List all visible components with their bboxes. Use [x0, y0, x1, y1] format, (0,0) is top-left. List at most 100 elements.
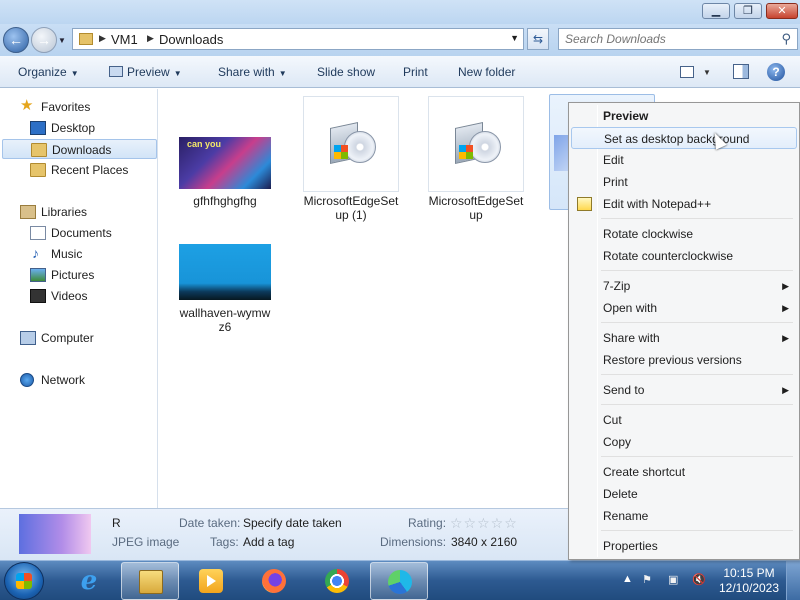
- file-thumbnail[interactable]: [428, 96, 524, 192]
- recent-pages-dropdown[interactable]: ▼: [58, 36, 66, 45]
- address-dropdown-icon[interactable]: ▼: [510, 33, 519, 43]
- nav-videos[interactable]: Videos: [0, 286, 158, 306]
- breadcrumb-chevron-icon[interactable]: ▶: [147, 33, 154, 44]
- help-icon[interactable]: ?: [767, 63, 785, 81]
- menu-item-edit[interactable]: Edit: [571, 149, 797, 171]
- tags-value[interactable]: Add a tag: [243, 535, 294, 549]
- file-name-line: z6: [218, 320, 232, 334]
- forward-button[interactable]: →: [31, 27, 57, 53]
- installer-icon: [451, 117, 503, 169]
- change-view-icon[interactable]: [680, 66, 694, 78]
- network-tray-icon[interactable]: ▣: [668, 573, 678, 586]
- file-thumbnail[interactable]: [303, 96, 399, 192]
- nav-recent-label: Recent Places: [51, 163, 129, 177]
- network-icon: [20, 373, 34, 387]
- taskbar-media-player[interactable]: [182, 562, 240, 600]
- search-input[interactable]: [559, 29, 769, 49]
- menu-item-rotate-counterclockwise[interactable]: Rotate counterclockwise: [571, 245, 797, 267]
- breadcrumb-downloads[interactable]: Downloads: [159, 32, 223, 47]
- file-name[interactable]: MicrosoftEdgeSet up (1): [299, 194, 403, 222]
- menu-item-open-with[interactable]: Open with ▶: [571, 297, 797, 319]
- nav-computer[interactable]: Computer: [0, 328, 158, 348]
- nav-recent-places[interactable]: Recent Places: [0, 160, 158, 180]
- menu-item-send-to[interactable]: Send to ▶: [571, 379, 797, 401]
- file-thumbnail[interactable]: can you: [179, 137, 271, 189]
- taskbar-firefox[interactable]: [245, 562, 303, 600]
- menu-item-rename[interactable]: Rename: [571, 505, 797, 527]
- recent-places-icon: [30, 163, 46, 177]
- breadcrumb-vm1[interactable]: VM1: [111, 32, 138, 47]
- nav-network[interactable]: Network: [0, 370, 158, 390]
- menu-item-restore-previous-versions[interactable]: Restore previous versions: [571, 349, 797, 371]
- print-button[interactable]: Print: [403, 65, 428, 79]
- dimensions-label: Dimensions:: [380, 535, 447, 549]
- new-folder-button[interactable]: New folder: [458, 65, 515, 79]
- breadcrumb-chevron-icon[interactable]: ▶: [99, 33, 106, 44]
- menu-item-create-shortcut[interactable]: Create shortcut: [571, 461, 797, 483]
- nav-music[interactable]: ♪ Music: [0, 244, 158, 264]
- close-button[interactable]: ✕: [766, 3, 798, 19]
- nav-favorites[interactable]: ★ Favorites: [0, 97, 158, 117]
- file-name[interactable]: gfhfhghgfhg: [173, 194, 277, 208]
- downloads-folder-icon: [31, 143, 47, 157]
- minimize-button[interactable]: ▁: [702, 3, 730, 19]
- computer-icon: [20, 331, 36, 345]
- taskbar-chrome[interactable]: [308, 562, 366, 600]
- file-name[interactable]: wallhaven-wymw z6: [173, 306, 277, 334]
- share-with-button[interactable]: Share with ▼: [218, 65, 287, 79]
- thumbnail-text: can you: [187, 139, 222, 149]
- internet-explorer-icon: e: [80, 566, 98, 596]
- pictures-icon: [30, 268, 46, 282]
- action-center-flag-icon[interactable]: ⚑: [642, 573, 652, 586]
- file-name-line: up (1): [335, 208, 367, 222]
- nav-downloads[interactable]: Downloads: [2, 139, 157, 159]
- file-name-line: up: [469, 208, 483, 222]
- menu-item-rotate-clockwise[interactable]: Rotate clockwise: [571, 223, 797, 245]
- file-name[interactable]: MicrosoftEdgeSet up: [424, 194, 528, 222]
- menu-item-properties[interactable]: Properties: [571, 535, 797, 557]
- menu-item-edit-with-notepadpp[interactable]: Edit with Notepad++: [571, 193, 797, 215]
- menu-item-7zip[interactable]: 7-Zip ▶: [571, 275, 797, 297]
- menu-separator: [601, 322, 793, 323]
- nav-pictures[interactable]: Pictures: [0, 265, 158, 285]
- taskbar-windows-explorer[interactable]: [121, 562, 179, 600]
- refresh-button[interactable]: ⇆: [527, 28, 549, 50]
- date-taken-value[interactable]: Specify date taken: [243, 516, 342, 530]
- show-hidden-icons-arrow[interactable]: ▲: [622, 573, 633, 585]
- maximize-button[interactable]: ❐: [734, 3, 762, 19]
- taskbar-edge[interactable]: [370, 562, 428, 600]
- back-button[interactable]: ←: [3, 27, 29, 53]
- preview-button[interactable]: Preview ▼: [109, 65, 182, 79]
- media-player-icon: [199, 569, 223, 593]
- menu-item-set-desktop-background[interactable]: Set as desktop background: [571, 127, 797, 149]
- taskbar-internet-explorer[interactable]: e: [60, 562, 118, 600]
- show-desktop-button[interactable]: [786, 561, 800, 600]
- organize-button[interactable]: Organize ▼: [18, 65, 79, 79]
- nav-documents[interactable]: Documents: [0, 223, 158, 243]
- start-button[interactable]: [4, 562, 44, 600]
- view-options-dropdown-icon[interactable]: ▼: [703, 68, 711, 77]
- menu-separator: [601, 374, 793, 375]
- menu-item-copy[interactable]: Copy: [571, 431, 797, 453]
- rating-stars[interactable]: ☆☆☆☆☆: [450, 515, 518, 532]
- system-clock[interactable]: 10:15 PM 12/10/2023: [716, 566, 782, 596]
- preview-pane-icon[interactable]: [733, 64, 749, 79]
- menu-label: Share with: [603, 331, 660, 345]
- submenu-arrow-icon: ▶: [782, 385, 789, 395]
- menu-item-preview[interactable]: Preview: [571, 105, 797, 127]
- volume-muted-icon[interactable]: 🔇: [692, 573, 706, 586]
- menu-item-share-with[interactable]: Share with ▶: [571, 327, 797, 349]
- search-box[interactable]: ⚲: [558, 28, 798, 50]
- nav-music-label: Music: [51, 247, 83, 261]
- nav-libraries[interactable]: Libraries: [0, 202, 158, 222]
- nav-desktop[interactable]: Desktop: [0, 118, 158, 138]
- menu-item-cut[interactable]: Cut: [571, 409, 797, 431]
- menu-item-print[interactable]: Print: [571, 171, 797, 193]
- nav-downloads-label: Downloads: [52, 143, 112, 157]
- file-thumbnail[interactable]: [179, 244, 271, 300]
- address-bar[interactable]: ▶ VM1 ▶ Downloads ▼: [72, 28, 524, 50]
- slide-show-button[interactable]: Slide show: [317, 65, 375, 79]
- nav-computer-label: Computer: [41, 331, 94, 345]
- menu-item-delete[interactable]: Delete: [571, 483, 797, 505]
- search-icon[interactable]: ⚲: [781, 31, 791, 47]
